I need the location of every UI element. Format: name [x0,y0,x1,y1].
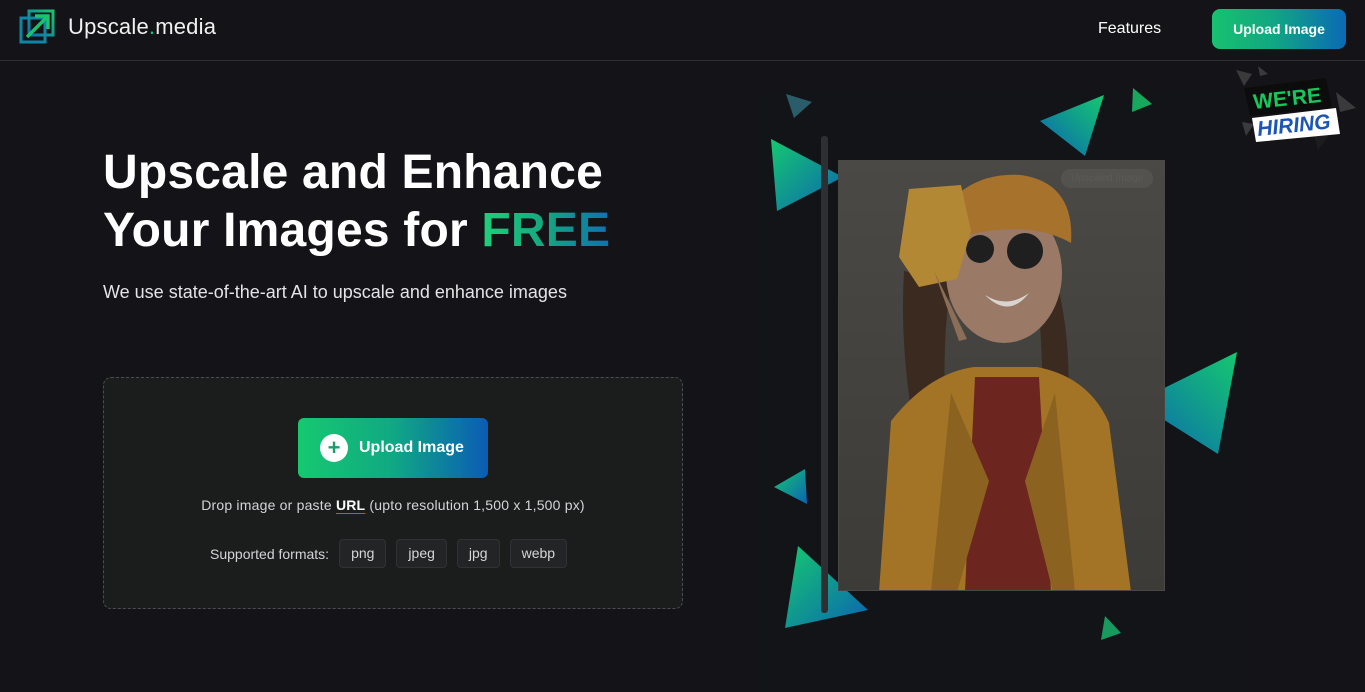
hero-title: Upscale and Enhance Your Images for FREE [103,146,611,257]
logo-arrow-icon [19,9,55,44]
format-chip-png: png [339,539,387,568]
upscaled-image-tag: Upscaled Image [1061,169,1154,188]
supported-formats: Supported formats: png jpeg jpg webp [210,539,577,568]
comparison-slider-handle[interactable] [821,136,828,613]
supported-formats-label: Supported formats: [210,545,330,562]
hero-subtitle: We use state-of-the-art AI to upscale an… [103,282,567,302]
upload-image-button-label: Upload Image [359,439,464,456]
format-chip-jpg: jpg [456,539,500,568]
woman-photo-illustration [839,161,1164,590]
nav-features-link[interactable]: Features [1098,20,1161,38]
format-chip-jpeg: jpeg [396,539,447,568]
drop-instructions: Drop image or paste URL (upto resolution… [201,497,585,513]
hero-title-highlight: FREE [481,204,611,257]
upload-image-button[interactable]: + Upload Image [298,418,488,478]
upload-dropzone[interactable]: + Upload Image Drop image or paste URL (… [103,377,683,609]
format-chip-webp: webp [509,539,568,568]
sample-image-preview: Upscaled Image [838,160,1165,591]
were-hiring-badge[interactable]: WE'RE HIRING [1232,66,1358,156]
paste-url-link[interactable]: URL [336,497,365,513]
plus-icon: + [320,434,348,462]
nav-upload-image-button[interactable]: Upload Image [1212,9,1346,49]
logo[interactable]: Upscale.media [19,9,216,44]
logo-text: Upscale.media [68,13,217,39]
top-navbar: Upscale.media Features Upload Image [0,0,1365,61]
